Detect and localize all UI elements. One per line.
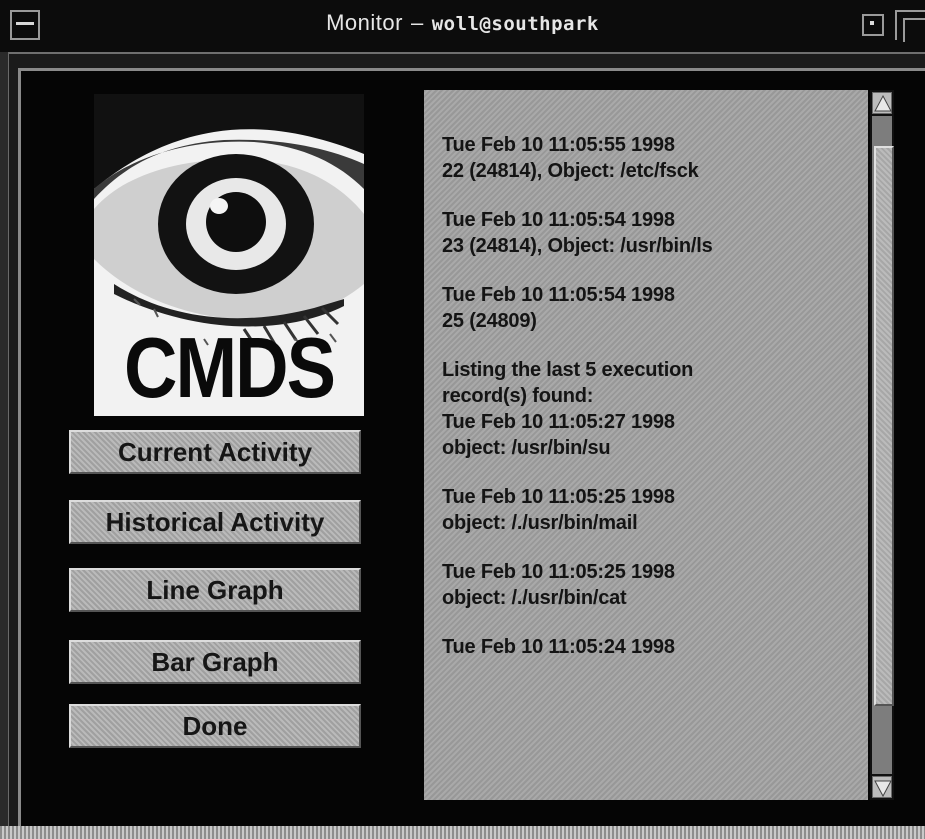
log-line: Tue Feb 10 11:05:54 1998	[442, 209, 675, 231]
window-user-host: woll@southpark	[431, 13, 599, 35]
log-line: Tue Feb 10 11:05:55 1998	[442, 134, 675, 156]
log-entry: Tue Feb 10 11:05:24 1998	[442, 634, 860, 660]
scroll-thumb[interactable]	[874, 146, 894, 706]
window-bottom-border	[0, 826, 925, 839]
done-button[interactable]: Done	[69, 704, 361, 748]
line-graph-button[interactable]: Line Graph	[69, 568, 361, 612]
window-app-name: Monitor	[326, 10, 403, 35]
log-entry: Listing the last 5 execution record(s) f…	[442, 357, 860, 461]
log-line: Tue Feb 10 11:05:27 1998	[442, 411, 675, 433]
scroll-track[interactable]	[872, 116, 894, 774]
title-separator: –	[410, 10, 424, 35]
title-bar: Monitor – woll@southpark	[0, 0, 925, 54]
log-line: object: /./usr/bin/mail	[442, 512, 638, 534]
log-line: 25 (24809)	[442, 310, 537, 332]
historical-activity-button[interactable]: Historical Activity	[69, 500, 361, 544]
log-line: Tue Feb 10 11:05:25 1998	[442, 486, 675, 508]
triangle-up-icon	[874, 94, 892, 112]
maximize-icon	[903, 18, 925, 42]
log-line: 23 (24814), Object: /usr/bin/ls	[442, 235, 713, 257]
log-entry: Tue Feb 10 11:05:54 1998 25 (24809)	[442, 282, 860, 334]
log-line: Tue Feb 10 11:05:24 1998	[442, 636, 675, 658]
log-line: Tue Feb 10 11:05:54 1998	[442, 284, 675, 306]
minimize-button[interactable]	[862, 14, 884, 36]
log-line: record(s) found:	[442, 385, 594, 407]
activity-log-panel[interactable]: Tue Feb 10 11:05:55 1998 22 (24814), Obj…	[424, 90, 868, 800]
triangle-down-icon	[874, 780, 892, 798]
log-entry: Tue Feb 10 11:05:25 1998 object: /./usr/…	[442, 484, 860, 536]
log-entry: Tue Feb 10 11:05:54 1998 23 (24814), Obj…	[442, 207, 860, 259]
scroll-down-button[interactable]	[872, 776, 892, 798]
window-left-border	[0, 52, 9, 839]
vertical-scrollbar[interactable]	[870, 90, 894, 800]
bar-graph-button[interactable]: Bar Graph	[69, 640, 361, 684]
log-line: 22 (24814), Object: /etc/fsck	[442, 160, 699, 182]
window-title: Monitor – woll@southpark	[0, 10, 925, 36]
current-activity-button[interactable]: Current Activity	[69, 430, 361, 474]
log-line: object: /./usr/bin/cat	[442, 587, 627, 609]
control-panel: CMDS Current Activity Historical Activit…	[36, 80, 406, 810]
log-line: Listing the last 5 execution	[442, 359, 694, 381]
maximize-button[interactable]	[895, 10, 925, 42]
minimize-icon	[870, 21, 874, 25]
log-entry: Tue Feb 10 11:05:55 1998 22 (24814), Obj…	[442, 132, 860, 184]
logo-text: CMDS	[124, 319, 336, 416]
log-line: Tue Feb 10 11:05:25 1998	[442, 561, 675, 583]
log-entry: Tue Feb 10 11:05:25 1998 object: /./usr/…	[442, 559, 860, 611]
activity-log-content: Tue Feb 10 11:05:55 1998 22 (24814), Obj…	[442, 132, 860, 683]
scroll-up-button[interactable]	[872, 92, 892, 114]
log-line: object: /usr/bin/su	[442, 437, 611, 459]
cmds-logo: CMDS	[94, 94, 364, 416]
